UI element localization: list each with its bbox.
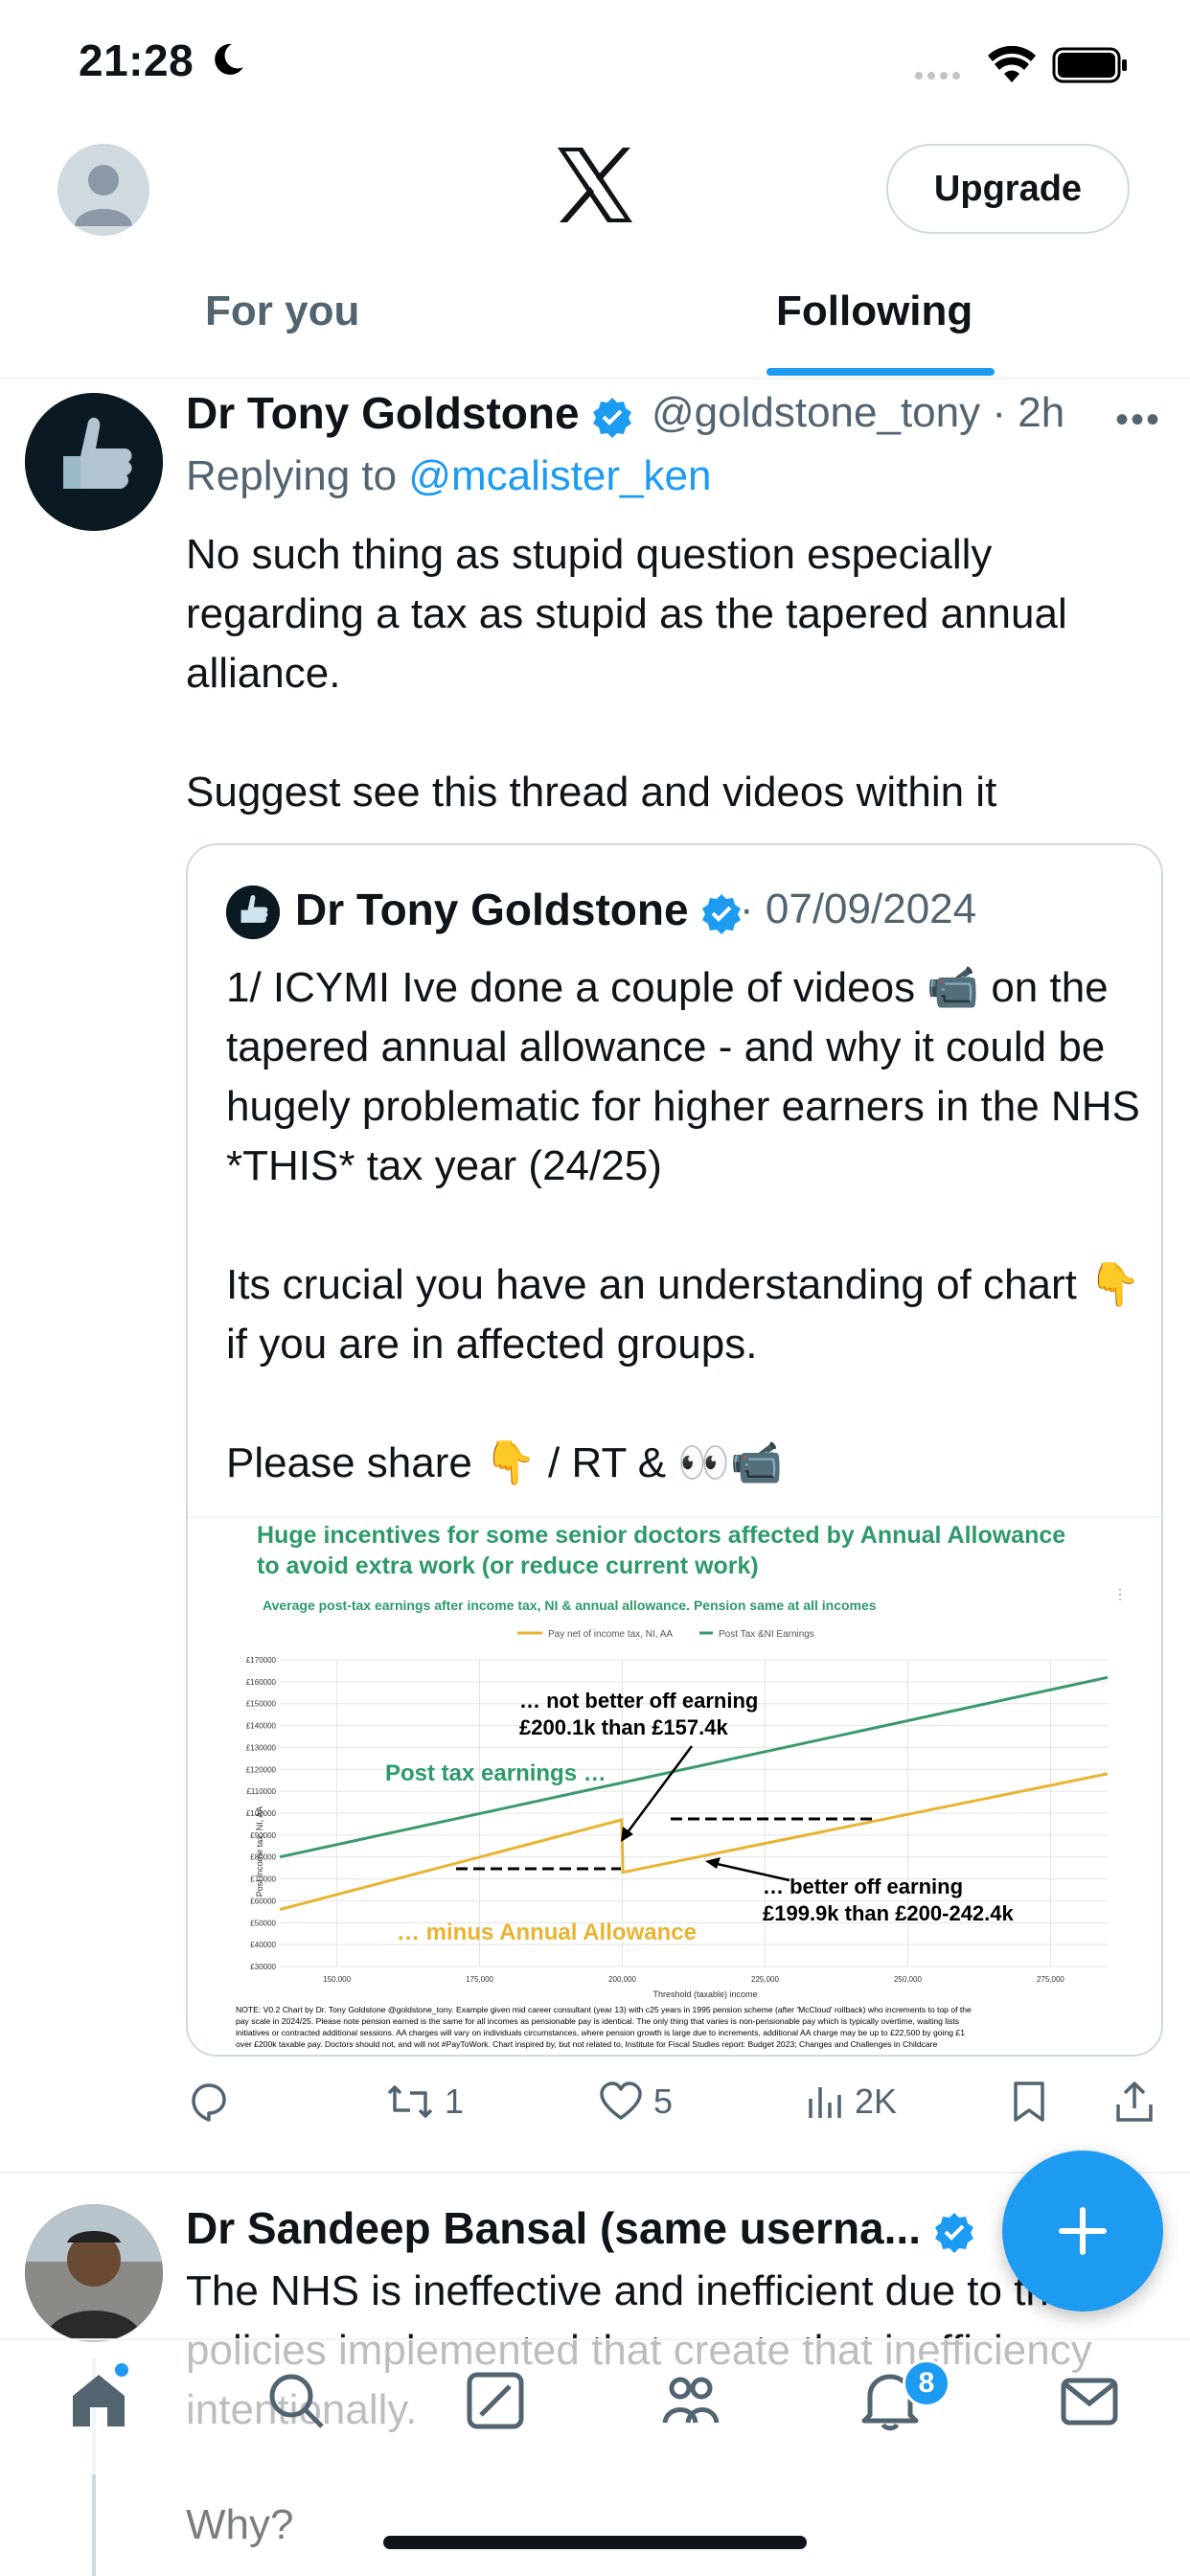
- chart-title-line-1: Huge incentives for some senior doctors …: [257, 1522, 1065, 1549]
- annotation-arrowhead-bottom: [705, 1857, 721, 1869]
- tab-for-you[interactable]: For you: [205, 288, 359, 335]
- y-tick-label: £50000: [250, 1919, 276, 1927]
- views-button[interactable]: 2K: [803, 2080, 897, 2124]
- y-tick-label: £130000: [246, 1743, 277, 1752]
- tweet-divider: [0, 2172, 1190, 2174]
- grok-icon[interactable]: [464, 2369, 527, 2432]
- home-unread-dot: [115, 2363, 128, 2377]
- y-tick-label: £120000: [246, 1765, 277, 1774]
- annotation-green: Post tax earnings …: [385, 1760, 606, 1786]
- author-name[interactable]: Dr Tony Goldstone: [186, 387, 633, 439]
- author-handle-time[interactable]: @goldstone_tony · 2h: [652, 389, 1064, 437]
- x-tick-label: 225,000: [751, 1975, 779, 1984]
- replying-to: Replying to @mcalister_ken: [186, 452, 712, 499]
- moon-icon: [215, 43, 243, 75]
- wifi-icon: [988, 46, 1036, 82]
- x-tick-label: 175,000: [466, 1975, 493, 1984]
- verified-badge-icon: [702, 893, 742, 934]
- repost-button[interactable]: 1: [385, 2080, 464, 2124]
- tab-following[interactable]: Following: [776, 288, 973, 335]
- upgrade-button[interactable]: Upgrade: [886, 144, 1130, 234]
- bookmark-icon: [1014, 2082, 1044, 2122]
- chart-title-line-2: to avoid extra work (or reduce current w…: [257, 1552, 759, 1579]
- tweet-actions: 1 5 2K: [186, 2080, 1173, 2141]
- series-line-1: [279, 1772, 1109, 1912]
- battery-icon: [1052, 47, 1127, 83]
- share-button[interactable]: [1113, 2080, 1156, 2124]
- tab-active-indicator: [767, 368, 995, 376]
- tweet-text: No such thing as stupid question especia…: [186, 531, 1067, 816]
- y-tick-label: £30000: [250, 1963, 276, 1971]
- chart-svg: Huge incentives for some senior doctors …: [236, 1522, 1127, 2049]
- annotation-orange: … minus Annual Allowance: [397, 1920, 697, 1945]
- verified-badge-icon: [593, 397, 632, 438]
- y-tick-label: £110000: [246, 1787, 276, 1796]
- repost-icon: [387, 2085, 433, 2118]
- x-axis-label: Threshold (taxable) income: [652, 1990, 757, 1999]
- quote-date: · 07/09/2024: [740, 886, 977, 932]
- quote-author-avatar: [226, 886, 280, 939]
- chart-note-4: over £200k taxable pay. Doctors should n…: [236, 2039, 938, 2049]
- bottom-nav: [0, 2338, 1190, 2474]
- reply-handle-link[interactable]: @mcalister_ken: [408, 452, 711, 499]
- notifications-badge: 8: [903, 2359, 950, 2407]
- y-tick-label: £40000: [250, 1941, 276, 1949]
- communities-icon[interactable]: [659, 2369, 722, 2432]
- y-tick-label: £60000: [250, 1897, 276, 1905]
- annotation-bottom-line-2: £199.9k than £200-242.4k: [763, 1901, 1015, 1925]
- y-tick-label: £160000: [246, 1678, 277, 1687]
- reply-icon: [192, 2083, 226, 2122]
- legend-2-label: Post Tax &NI Earnings: [719, 1629, 814, 1640]
- annotation-bottom-line-1: … better off earning: [763, 1874, 963, 1898]
- signal-icon: [915, 67, 965, 84]
- status-time: 21:28: [79, 35, 195, 85]
- y-tick-label: £170000: [246, 1656, 277, 1665]
- like-button[interactable]: 5: [598, 2080, 673, 2124]
- home-indicator: [383, 2536, 807, 2549]
- views-icon: [809, 2087, 841, 2118]
- x-tick-label: 275,000: [1037, 1975, 1064, 1984]
- quote-text: 1/ ICYMI Ive done a couple of videos 📹 o…: [226, 964, 1141, 1486]
- more-options-icon[interactable]: •••: [1115, 399, 1161, 442]
- search-icon[interactable]: [264, 2369, 328, 2432]
- chart-subtitle: Average post-tax earnings after income t…: [263, 1598, 877, 1613]
- tweet-text-2-continued: Why?: [186, 2501, 294, 2548]
- user-icon: [75, 165, 132, 226]
- x-tick-label: 150,000: [323, 1975, 351, 1984]
- compose-button[interactable]: [1002, 2150, 1163, 2312]
- profile-avatar[interactable]: [57, 144, 149, 236]
- y-tick-label: £150000: [246, 1700, 277, 1709]
- home-icon[interactable]: [67, 2369, 130, 2432]
- chart-image[interactable]: Huge incentives for some senior doctors …: [188, 1516, 1161, 2055]
- reply-button[interactable]: [186, 2080, 240, 2124]
- x-tick-label: 200,000: [608, 1975, 636, 1984]
- heart-icon: [600, 2082, 642, 2120]
- annotation-top-line-2: £200.1k than £157.4k: [519, 1715, 728, 1739]
- chart-note-3: initiatives or contracted additional ses…: [236, 2028, 965, 2037]
- author-avatar[interactable]: [25, 393, 163, 531]
- author-name-2[interactable]: Dr Sandeep Bansal (same userna...: [186, 2202, 975, 2254]
- x-logo-icon[interactable]: [554, 144, 636, 226]
- header-divider: [0, 378, 1190, 380]
- messages-icon[interactable]: [1058, 2369, 1121, 2432]
- chart-note-1: NOTE: V0.2 Chart by Dr. Tony Goldstone @…: [236, 2005, 972, 2014]
- y-axis-label: Post income tax, NI, AA: [255, 1806, 264, 1898]
- share-icon: [1116, 2082, 1153, 2122]
- y-tick-label: £140000: [246, 1722, 277, 1731]
- bookmark-button[interactable]: [1010, 2080, 1048, 2124]
- verified-badge-icon: [934, 2212, 973, 2253]
- quoted-tweet-card[interactable]: Dr Tony Goldstone · 07/09/2024 1/ ICYMI …: [186, 843, 1163, 2057]
- annotation-top-line-1: … not better off earning: [519, 1689, 758, 1713]
- legend-1-label: Pay net of income tax, NI, AA: [548, 1629, 673, 1640]
- plus-icon: [1059, 2207, 1107, 2255]
- x-tick-label: 250,000: [894, 1975, 922, 1984]
- quote-author-name: Dr Tony Goldstone: [295, 884, 743, 935]
- chart-note-2: pay scale in 2024/25. Please note pensio…: [236, 2016, 959, 2026]
- chart-menu-dots: ⋮: [1113, 1586, 1127, 1601]
- author-avatar-2[interactable]: [25, 2204, 163, 2342]
